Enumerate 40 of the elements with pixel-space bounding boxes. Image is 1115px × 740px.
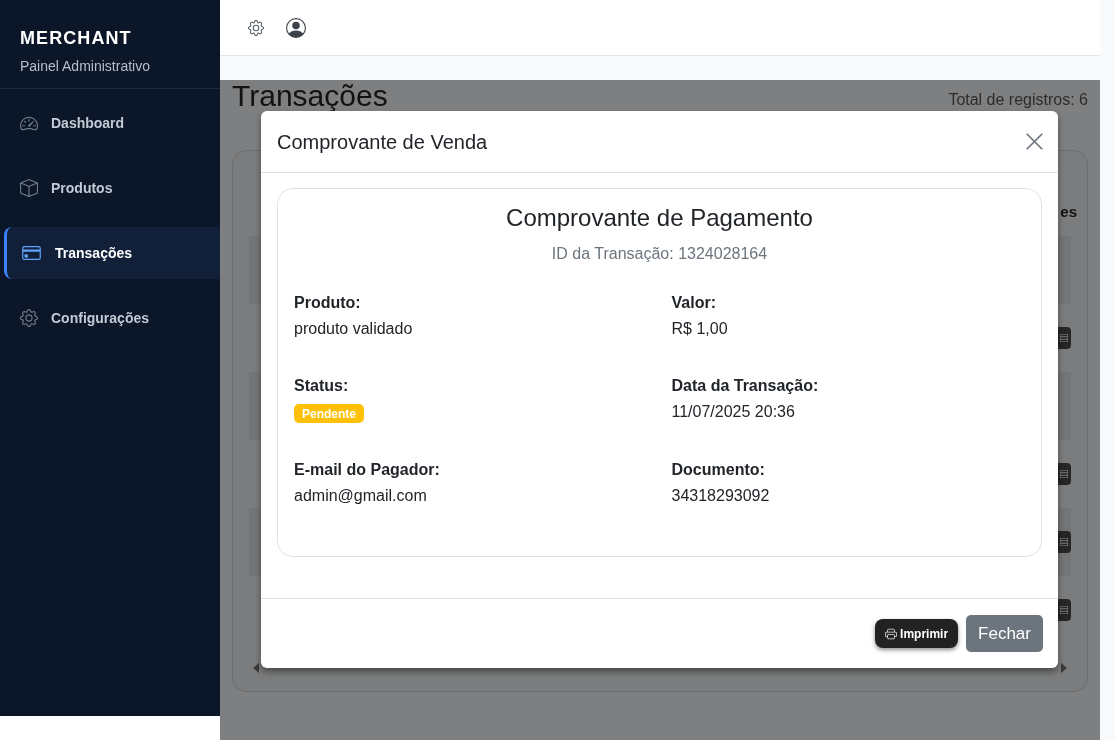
- list-icon: [1060, 538, 1068, 546]
- field-label: Data da Transação:: [671, 376, 819, 396]
- field-value: 34318293092: [671, 486, 770, 506]
- sidebar-item[interactable]: Configurações: [0, 292, 220, 344]
- field-label: E-mail do Pagador:: [294, 460, 440, 480]
- field-label: Valor:: [671, 293, 716, 313]
- speedometer-icon: [20, 115, 38, 131]
- sidebar-item[interactable]: Transações: [4, 227, 220, 279]
- print-button[interactable]: Imprimir: [875, 619, 959, 648]
- settings-icon[interactable]: [248, 19, 264, 36]
- sidebar-item[interactable]: Produtos: [0, 162, 220, 214]
- field-value: R$ 1,00: [671, 319, 728, 339]
- list-icon: [1060, 470, 1068, 478]
- close-dialog-button[interactable]: Fechar: [966, 615, 1043, 652]
- field-label: Documento:: [671, 460, 765, 480]
- record-count: Total de registros: 6: [948, 91, 1088, 109]
- field-value: 11/07/2025 20:36: [671, 402, 795, 422]
- gear-icon: [20, 309, 38, 327]
- box-icon: [20, 179, 38, 197]
- list-icon: [1060, 606, 1068, 614]
- credit-card-icon: [22, 246, 41, 260]
- field-label: Produto:: [294, 293, 361, 313]
- field-value: produto validado: [294, 319, 413, 339]
- scroll-left-icon[interactable]: [253, 663, 259, 673]
- field-label: Status:: [294, 376, 349, 396]
- status-badge: Pendente: [294, 404, 364, 423]
- sidebar-item[interactable]: Dashboard: [0, 97, 220, 149]
- close-icon[interactable]: [1026, 133, 1043, 150]
- user-avatar-icon[interactable]: [286, 17, 306, 38]
- column-header: es: [1060, 203, 1077, 221]
- receipt-heading: Comprovante de Pagamento: [505, 204, 814, 232]
- brand-name: MERCHANT: [20, 27, 133, 49]
- transaction-id: ID da Transação: 1324028164: [550, 244, 769, 264]
- scroll-right-icon[interactable]: [1061, 663, 1067, 673]
- field-value: admin@gmail.com: [294, 486, 427, 506]
- brand-subtitle: Painel Administrativo: [20, 57, 151, 75]
- printer-icon: [885, 627, 898, 640]
- dialog-title: Comprovante de Venda: [277, 129, 488, 154]
- list-icon: [1060, 334, 1068, 342]
- page-title: Transações: [232, 81, 388, 111]
